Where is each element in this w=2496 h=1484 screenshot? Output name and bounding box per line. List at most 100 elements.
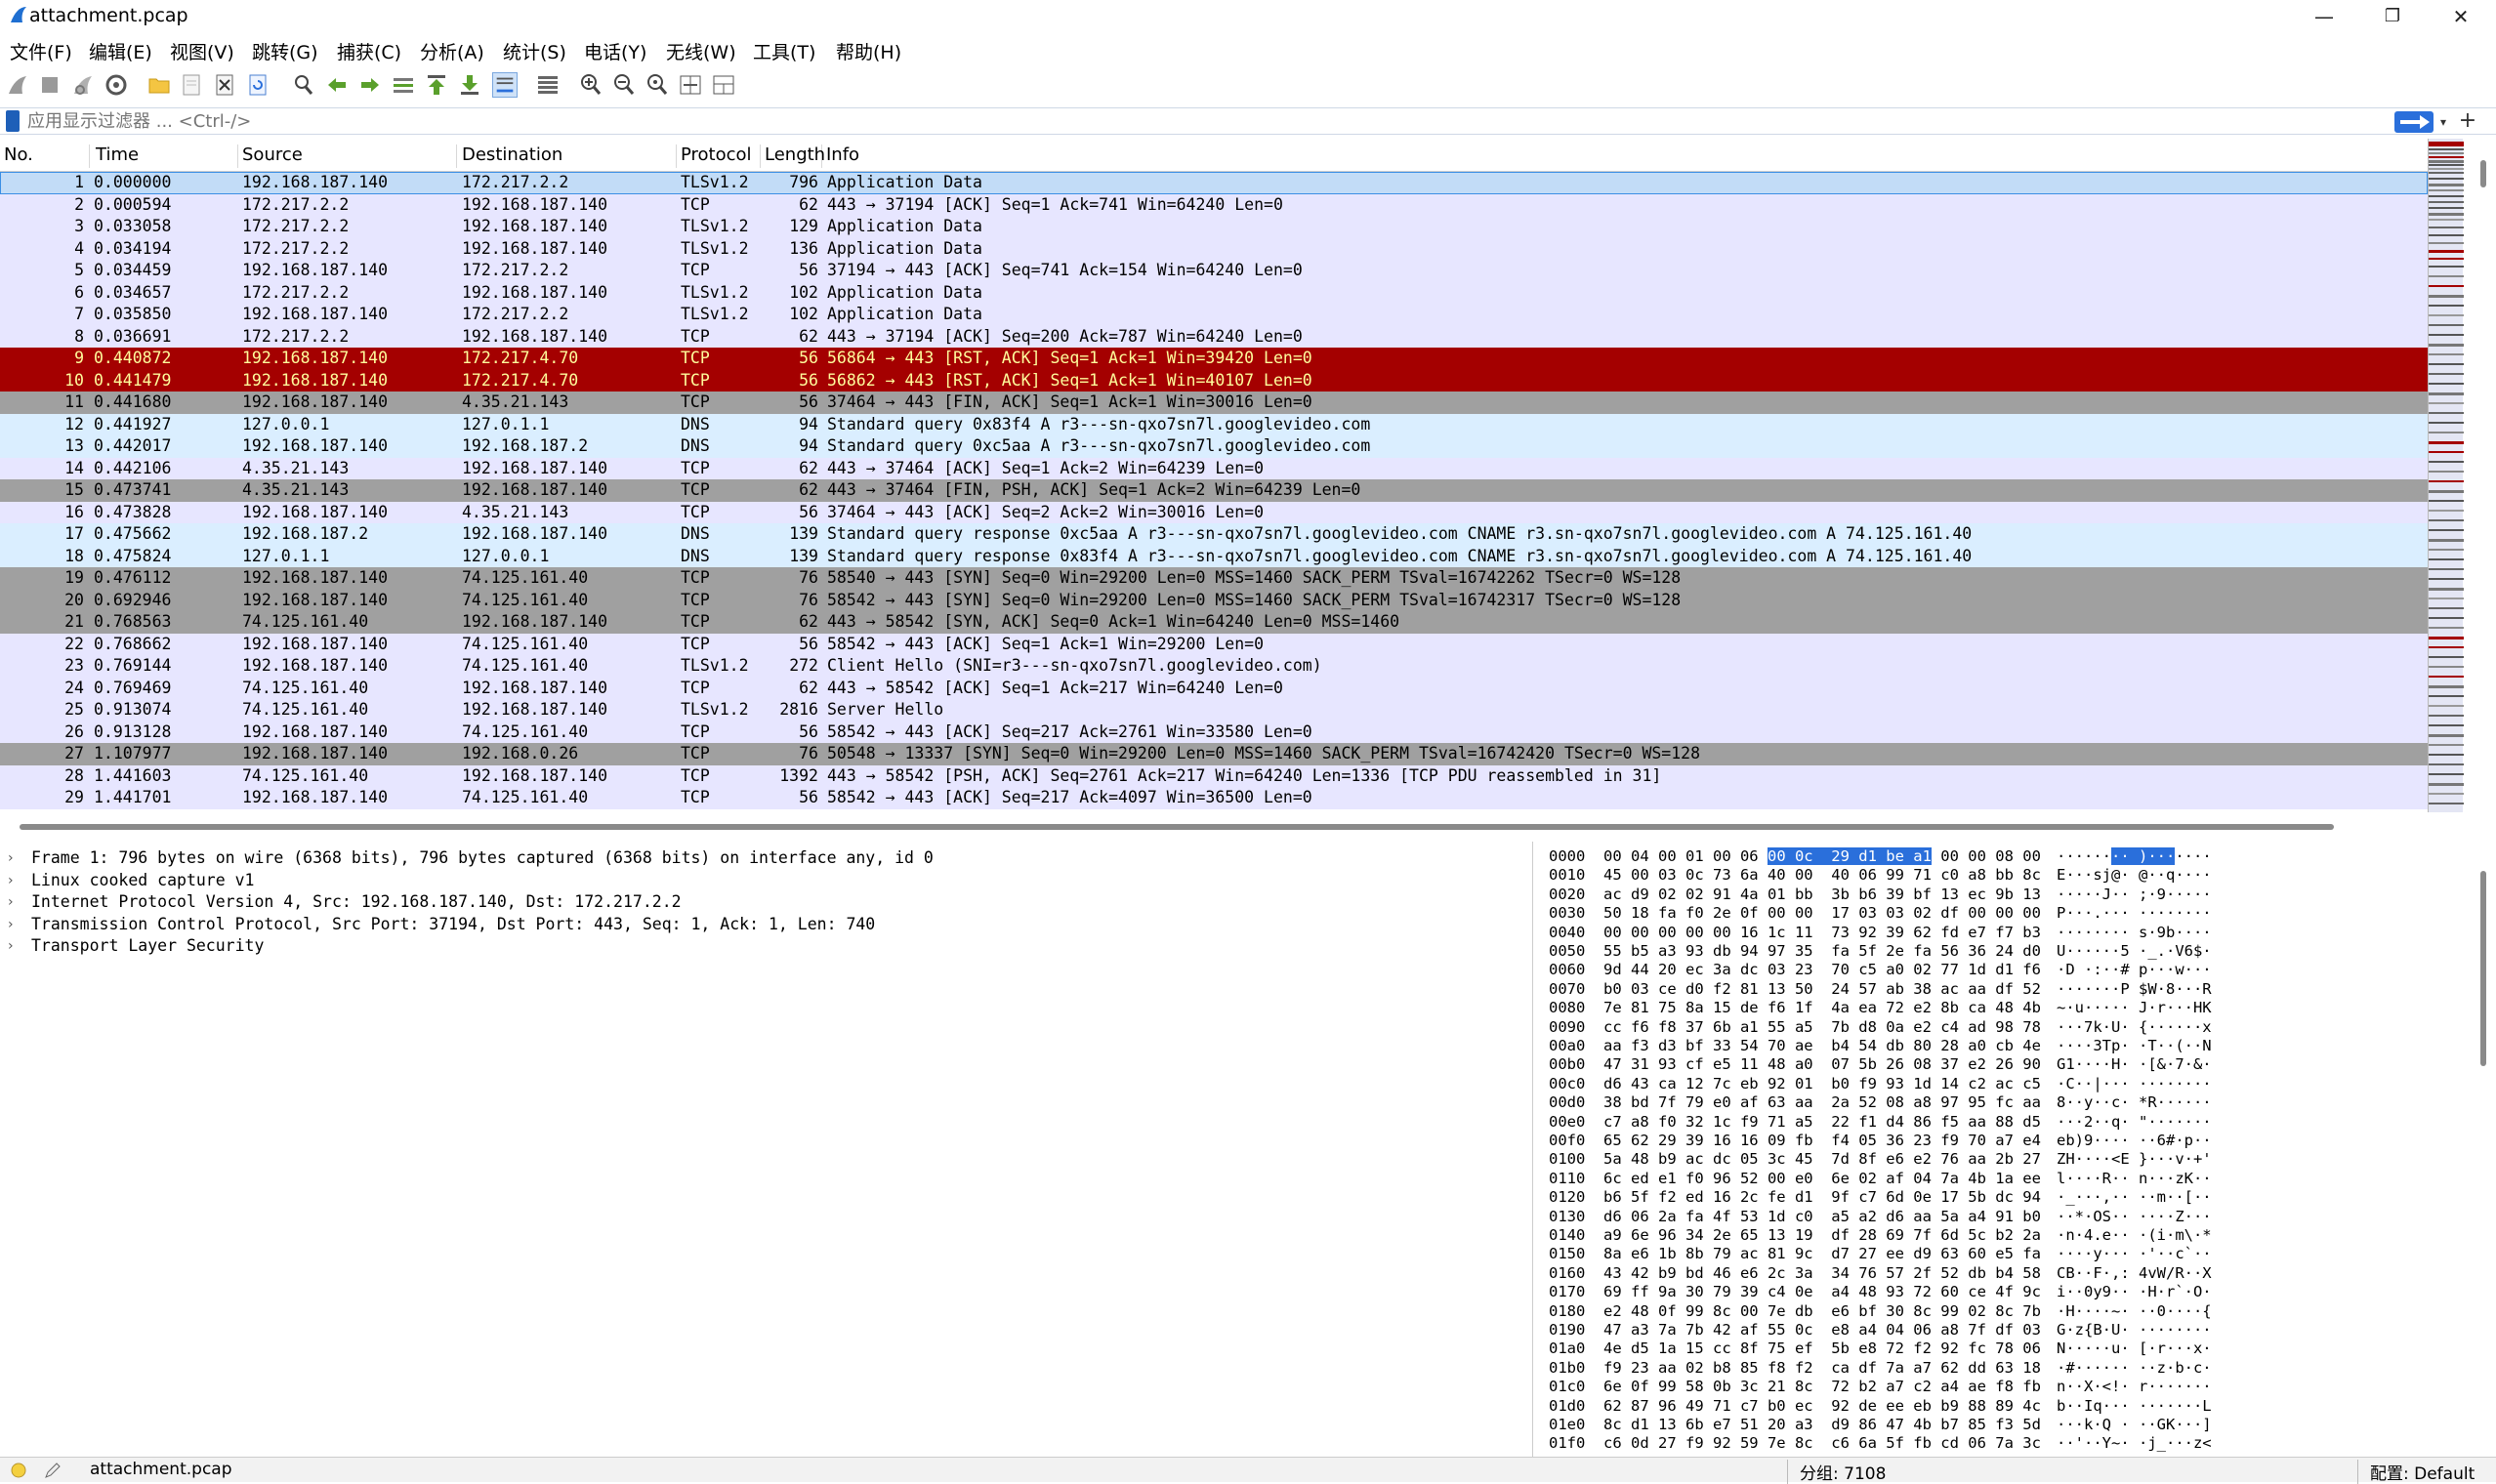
- packet-list-scrollbar[interactable]: [2471, 139, 2496, 812]
- packet-row[interactable]: 24 0.769469 74.125.161.40 192.168.187.140 TC…: [0, 677, 2428, 699]
- column-destination[interactable]: Destination: [458, 144, 677, 168]
- auto-scroll-icon[interactable]: [492, 72, 518, 98]
- zoom-normal-icon[interactable]: [645, 72, 670, 98]
- bytes-scroll-thumb[interactable]: [2480, 871, 2486, 1066]
- expand-chevron-icon[interactable]: ›: [8, 935, 14, 958]
- packet-row[interactable]: 16 0.473828 192.168.187.140 4.35.21.143 TCP 5…: [0, 501, 2428, 523]
- open-folder-icon[interactable]: [146, 72, 172, 98]
- menu-wireless[interactable]: 无线(W): [666, 38, 736, 64]
- packet-row[interactable]: 28 1.441603 74.125.161.40 192.168.187.140 TC…: [0, 764, 2428, 787]
- packet-row[interactable]: 1 0.000000 192.168.187.140 172.217.2.2 TLSv1…: [0, 172, 2428, 194]
- packet-row[interactable]: 22 0.768662 192.168.187.140 74.125.161.40 TC…: [0, 633, 2428, 655]
- maximize-button[interactable]: ❐: [2358, 0, 2427, 33]
- packet-row[interactable]: 10 0.441479 192.168.187.140 172.217.4.70 TCP…: [0, 369, 2428, 392]
- layout-icon[interactable]: [711, 72, 736, 98]
- packet-row[interactable]: 7 0.035850 192.168.187.140 172.217.2.2 TLSv1…: [0, 304, 2428, 326]
- packet-row[interactable]: 4 0.034194 172.217.2.2 192.168.187.140 TLSv1…: [0, 237, 2428, 260]
- packet-row[interactable]: 2 0.000594 172.217.2.2 192.168.187.140 TCP 62…: [0, 193, 2428, 216]
- expand-chevron-icon[interactable]: ›: [8, 870, 14, 892]
- title-bar: attachment.pcap — ❐ ✕: [0, 0, 2496, 33]
- zoom-out-icon[interactable]: [611, 72, 637, 98]
- column-protocol[interactable]: Protocol: [677, 144, 761, 168]
- detail-row-ipv4[interactable]: › Internet Protocol Version 4, Src: 192.1…: [0, 891, 1533, 914]
- packet-row[interactable]: 27 1.107977 192.168.187.140 192.168.0.26 TCP…: [0, 743, 2428, 765]
- menu-view[interactable]: 视图(V): [170, 38, 234, 64]
- column-source[interactable]: Source: [238, 144, 457, 168]
- packet-row[interactable]: 20 0.692946 192.168.187.140 74.125.161.40 TC…: [0, 589, 2428, 611]
- column-time[interactable]: Time: [92, 144, 238, 168]
- packet-row[interactable]: 12 0.441927 127.0.0.1 127.0.1.1 DNS 94 Standar…: [0, 413, 2428, 435]
- packet-row[interactable]: 11 0.441680 192.168.187.140 4.35.21.143 TCP 5…: [0, 392, 2428, 414]
- stop-square-icon[interactable]: [37, 72, 62, 98]
- minimize-button[interactable]: —: [2290, 0, 2358, 33]
- packet-row[interactable]: 21 0.768563 74.125.161.40 192.168.187.140 TC…: [0, 611, 2428, 634]
- packet-minimap[interactable]: [2428, 139, 2464, 812]
- packet-row[interactable]: 17 0.475662 192.168.187.2 192.168.187.140 DN…: [0, 523, 2428, 546]
- go-forward-arrow-icon[interactable]: [357, 72, 383, 98]
- reload-icon[interactable]: [245, 72, 270, 98]
- menu-file[interactable]: 文件(F): [10, 38, 72, 64]
- find-magnifier-icon[interactable]: [291, 72, 316, 98]
- packet-row[interactable]: 14 0.442106 4.35.21.143 192.168.187.140 TCP 6…: [0, 457, 2428, 479]
- bookmark-icon[interactable]: [6, 110, 20, 132]
- last-packet-icon[interactable]: [457, 72, 482, 98]
- hscroll-thumb[interactable]: [20, 824, 2334, 830]
- packet-row[interactable]: 15 0.473741 4.35.21.143 192.168.187.140 TCP 6…: [0, 479, 2428, 502]
- packet-row[interactable]: 29 1.441701 192.168.187.140 74.125.161.40 TC…: [0, 787, 2428, 809]
- detail-row-frame[interactable]: › Frame 1: 796 bytes on wire (6368 bits),…: [0, 847, 1533, 870]
- add-filter-button[interactable]: +: [2455, 108, 2480, 134]
- minimap-stripe: [2429, 295, 2464, 298]
- status-profile[interactable]: 配置: Default: [2357, 1460, 2475, 1484]
- apply-filter-arrow-icon[interactable]: [2394, 111, 2434, 133]
- column-info[interactable]: Info: [822, 144, 2424, 168]
- display-filter-input[interactable]: [27, 108, 2146, 134]
- packet-time: 0.000000: [94, 173, 172, 191]
- expand-chevron-icon[interactable]: ›: [8, 914, 14, 936]
- colorize-icon[interactable]: [535, 72, 561, 98]
- first-packet-icon[interactable]: [424, 72, 449, 98]
- packet-destination: 74.125.161.40: [462, 590, 589, 609]
- resize-columns-icon[interactable]: [678, 72, 703, 98]
- menu-telephony[interactable]: 电话(Y): [584, 38, 646, 64]
- shark-fin-start-icon[interactable]: [5, 72, 30, 98]
- menu-edit[interactable]: 编辑(E): [89, 38, 152, 64]
- packet-row[interactable]: 18 0.475824 127.0.1.1 127.0.0.1 DNS 139 Standa…: [0, 545, 2428, 567]
- menu-help[interactable]: 帮助(H): [836, 38, 901, 64]
- expand-chevron-icon[interactable]: ›: [8, 847, 14, 870]
- packet-row[interactable]: 3 0.033058 172.217.2.2 192.168.187.140 TLSv1…: [0, 216, 2428, 238]
- expert-info-status-icon[interactable]: [10, 1462, 27, 1479]
- packet-row[interactable]: 23 0.769144 192.168.187.140 74.125.161.40 TL…: [0, 655, 2428, 678]
- edit-comment-icon[interactable]: [43, 1461, 62, 1480]
- detail-row-linux-cooked[interactable]: › Linux cooked capture v1: [0, 870, 1533, 892]
- go-to-packet-icon[interactable]: [391, 72, 416, 98]
- detail-row-tcp[interactable]: › Transmission Control Protocol, Src Port…: [0, 914, 1533, 936]
- zoom-in-icon[interactable]: [578, 72, 603, 98]
- menu-go[interactable]: 跳转(G): [252, 38, 318, 64]
- packet-row[interactable]: 25 0.913074 74.125.161.40 192.168.187.140 TL…: [0, 699, 2428, 721]
- bytes-scrollbar[interactable]: [2471, 842, 2496, 1457]
- packet-row[interactable]: 26 0.913128 192.168.187.140 74.125.161.40 TC…: [0, 721, 2428, 743]
- close-button[interactable]: ✕: [2427, 0, 2495, 33]
- packet-row[interactable]: 6 0.034657 172.217.2.2 192.168.187.140 TLSv1…: [0, 281, 2428, 304]
- detail-row-tls[interactable]: › Transport Layer Security: [0, 935, 1533, 958]
- menu-capture[interactable]: 捕获(C): [337, 38, 401, 64]
- filter-history-dropdown[interactable]: ▾: [2435, 111, 2451, 133]
- packet-row[interactable]: 19 0.476112 192.168.187.140 74.125.161.40 TC…: [0, 567, 2428, 590]
- scroll-thumb[interactable]: [2480, 160, 2486, 187]
- close-file-icon[interactable]: [212, 72, 237, 98]
- packet-list-hscrollbar[interactable]: [0, 812, 2496, 836]
- expand-chevron-icon[interactable]: ›: [8, 891, 14, 914]
- menu-analyze[interactable]: 分析(A): [420, 38, 484, 64]
- save-file-icon[interactable]: [179, 72, 204, 98]
- menu-tools[interactable]: 工具(T): [753, 38, 815, 64]
- restart-fin-icon[interactable]: [70, 72, 96, 98]
- column-no[interactable]: No.: [0, 144, 90, 168]
- packet-row[interactable]: 13 0.442017 192.168.187.140 192.168.187.2 DN…: [0, 435, 2428, 458]
- packet-row[interactable]: 5 0.034459 192.168.187.140 172.217.2.2 TCP 56…: [0, 260, 2428, 282]
- packet-row[interactable]: 9 0.440872 192.168.187.140 172.217.4.70 TCP 5…: [0, 348, 2428, 370]
- capture-options-gear-icon[interactable]: [104, 72, 129, 98]
- column-length[interactable]: Length: [761, 144, 825, 168]
- packet-row[interactable]: 8 0.036691 172.217.2.2 192.168.187.140 TCP 62…: [0, 325, 2428, 348]
- go-back-arrow-icon[interactable]: [324, 72, 350, 98]
- menu-statistics[interactable]: 统计(S): [503, 38, 566, 64]
